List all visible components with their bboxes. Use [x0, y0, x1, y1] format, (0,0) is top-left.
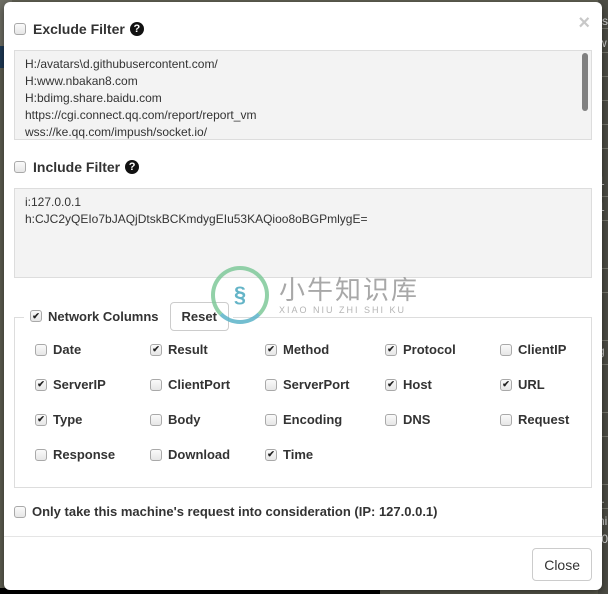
exclude-filter-checkbox[interactable]	[14, 23, 26, 35]
include-filter-checkbox[interactable]	[14, 161, 26, 173]
column-label: Protocol	[403, 342, 456, 357]
column-label: Method	[283, 342, 330, 357]
network-columns-toggle[interactable]: Network Columns	[30, 309, 159, 324]
column-checkbox-result[interactable]	[150, 343, 162, 356]
only-machine-label: Only take this machine's request into co…	[32, 504, 438, 519]
column-checkbox-date[interactable]	[35, 343, 47, 356]
column-label: Encoding	[283, 412, 343, 427]
column-option-protocol[interactable]: Protocol	[385, 342, 456, 357]
column-checkbox-clientip[interactable]	[500, 343, 512, 356]
question-circle-icon[interactable]: ?	[129, 22, 144, 36]
include-filter-label: Include Filter	[33, 159, 121, 175]
column-label: Download	[168, 447, 231, 462]
column-label: Host	[403, 377, 432, 392]
include-filter-textarea[interactable]: i:127.0.0.1 h:CJC2yQEIo7bJAQjDtskBCKmdyg…	[14, 188, 592, 278]
exclude-filter-line: wss://ke.qq.com/impush/socket.io/	[25, 125, 208, 139]
column-option-result[interactable]: Result	[150, 342, 208, 357]
column-label: Type	[53, 412, 83, 427]
watermark-subtitle: XIAO NIU ZHI SHI KU	[279, 305, 407, 315]
column-option-clientport[interactable]: ClientPort	[150, 377, 230, 392]
column-checkbox-method[interactable]	[265, 343, 277, 356]
include-filter-line: i:127.0.0.1	[25, 195, 82, 209]
watermark-title: 小牛知识库	[279, 275, 420, 305]
column-checkbox-type[interactable]	[35, 413, 47, 426]
column-label: URL	[518, 377, 545, 392]
column-option-date[interactable]: Date	[35, 342, 81, 357]
exclude-filter-line: H:/avatars\d.githubusercontent.com/	[25, 57, 218, 71]
include-filter-toggle[interactable]: Include Filter ?	[14, 159, 140, 175]
column-label: ServerPort	[283, 377, 350, 392]
column-checkbox-response[interactable]	[35, 448, 47, 461]
column-checkbox-serverip[interactable]	[35, 378, 47, 391]
column-label: Date	[53, 342, 82, 357]
column-checkbox-body[interactable]	[150, 413, 162, 426]
column-label: Response	[53, 447, 116, 462]
column-checkbox-dns[interactable]	[385, 413, 397, 426]
column-checkbox-url[interactable]	[500, 378, 512, 391]
close-icon[interactable]: ×	[578, 13, 590, 33]
column-option-type[interactable]: Type	[35, 412, 82, 427]
column-option-request[interactable]: Request	[500, 412, 569, 427]
column-option-download[interactable]: Download	[150, 447, 230, 462]
column-option-body[interactable]: Body	[150, 412, 201, 427]
column-label: ClientIP	[518, 342, 567, 357]
column-checkbox-clientport[interactable]	[150, 378, 162, 391]
exclude-filter-label: Exclude Filter	[33, 21, 125, 37]
exclude-filter-toggle[interactable]: Exclude Filter ?	[14, 21, 144, 37]
column-checkbox-download[interactable]	[150, 448, 162, 461]
include-filter-line: h:CJC2yQEIo7bJAQjDtskBCKmdygEIu53KAQioo8…	[25, 212, 368, 226]
column-option-host[interactable]: Host	[385, 377, 432, 392]
filter-settings-dialog: × Exclude Filter ? H:/avatars\d.githubus…	[4, 2, 602, 590]
column-option-clientip[interactable]: ClientIP	[500, 342, 566, 357]
exclude-filter-textarea[interactable]: H:/avatars\d.githubusercontent.com/ H:ww…	[14, 50, 592, 140]
network-columns-checkbox[interactable]	[30, 310, 42, 322]
column-option-method[interactable]: Method	[265, 342, 329, 357]
only-machine-toggle[interactable]: Only take this machine's request into co…	[14, 504, 438, 519]
footer-divider	[4, 536, 602, 537]
exclude-filter-line: H:www.nbakan8.com	[25, 74, 138, 88]
network-columns-legend: Network Columns Reset	[24, 301, 233, 331]
column-option-dns[interactable]: DNS	[385, 412, 430, 427]
column-label: Body	[168, 412, 201, 427]
exclude-filter-line: H:bdimg.share.baidu.com	[25, 91, 162, 105]
close-button[interactable]: Close	[532, 548, 592, 581]
column-checkbox-request[interactable]	[500, 413, 512, 426]
network-columns-label: Network Columns	[48, 308, 159, 324]
column-label: ClientPort	[168, 377, 231, 392]
column-option-time[interactable]: Time	[265, 447, 313, 462]
exclude-filter-line: https://cgi.connect.qq.com/report/report…	[25, 108, 257, 122]
column-checkbox-time[interactable]	[265, 448, 277, 461]
column-checkbox-encoding[interactable]	[265, 413, 277, 426]
column-checkbox-host[interactable]	[385, 378, 397, 391]
column-option-response[interactable]: Response	[35, 447, 115, 462]
column-checkbox-protocol[interactable]	[385, 343, 397, 356]
column-label: DNS	[403, 412, 431, 427]
column-label: Request	[518, 412, 570, 427]
reset-button[interactable]: Reset	[169, 301, 229, 331]
column-option-encoding[interactable]: Encoding	[265, 412, 342, 427]
column-label: Result	[168, 342, 208, 357]
only-machine-checkbox[interactable]	[14, 505, 26, 518]
column-label: Time	[283, 447, 314, 462]
column-label: ServerIP	[53, 377, 106, 392]
column-checkbox-serverport[interactable]	[265, 378, 277, 391]
column-option-serverport[interactable]: ServerPort	[265, 377, 349, 392]
column-option-serverip[interactable]: ServerIP	[35, 377, 106, 392]
column-option-url[interactable]: URL	[500, 377, 545, 392]
question-circle-icon[interactable]: ?	[125, 160, 140, 174]
scrollbar-thumb[interactable]	[582, 53, 588, 111]
